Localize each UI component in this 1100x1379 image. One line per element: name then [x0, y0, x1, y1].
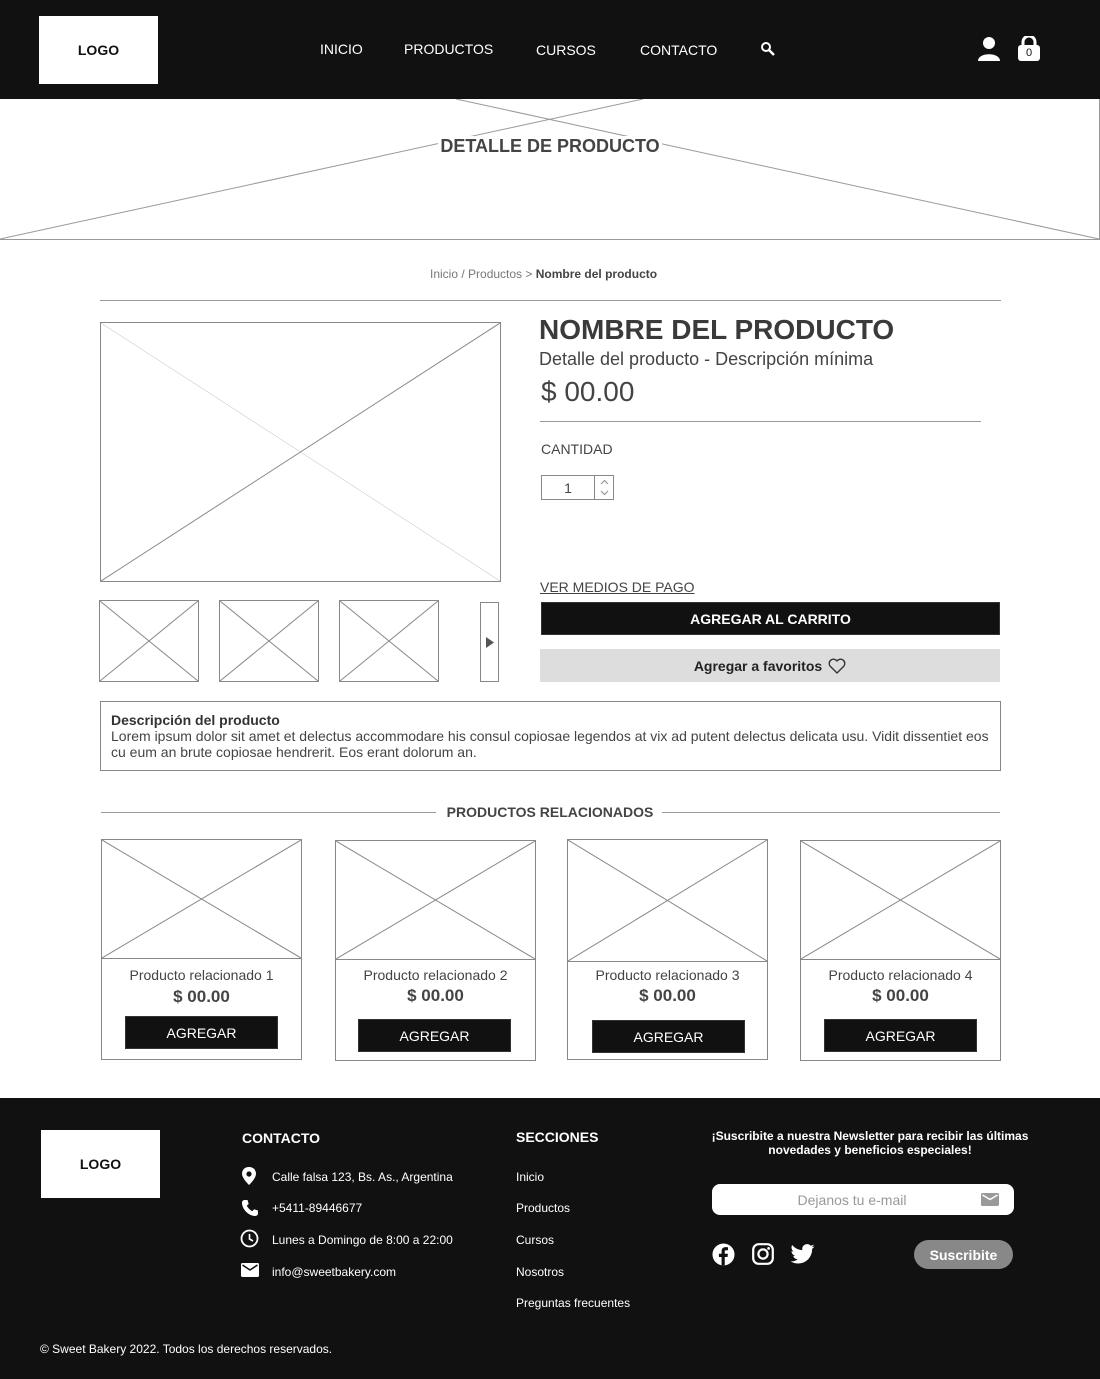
related-add-button[interactable]: AGREGAR [824, 1019, 977, 1052]
footer-link-inicio[interactable]: Inicio [516, 1170, 544, 1184]
location-pin-icon [241, 1167, 257, 1190]
related-product-image[interactable] [568, 840, 767, 962]
quantity-spinner[interactable] [596, 476, 613, 499]
related-product-card: Producto relacionado 1 $ 00.00 AGREGAR [101, 839, 302, 1060]
breadcrumb: Inicio / Productos > Nombre del producto [430, 267, 657, 281]
product-thumbnail[interactable] [219, 600, 319, 682]
related-product-name: Producto relacionado 3 [595, 967, 740, 983]
add-to-cart-button[interactable]: AGREGAR AL CARRITO [541, 602, 1000, 635]
clock-icon [240, 1229, 259, 1253]
cart-count: 0 [1025, 47, 1033, 59]
footer-link-nosotros[interactable]: Nosotros [516, 1265, 564, 1279]
site-header: LOGO INICIO PRODUCTOS CURSOS CONTACTO 0 [0, 0, 1100, 99]
product-subtitle: Detalle del producto - Descripción mínim… [539, 349, 874, 369]
divider [662, 812, 1000, 813]
related-add-button[interactable]: AGREGAR [125, 1016, 278, 1049]
footer-link-faq[interactable]: Preguntas frecuentes [516, 1296, 630, 1310]
nav-inicio[interactable]: INICIO [320, 41, 363, 57]
footer-address: Calle falsa 123, Bs. As., Argentina [272, 1170, 453, 1184]
product-thumbnail[interactable] [339, 600, 439, 682]
mail-icon [981, 1193, 999, 1211]
related-product-price: $ 00.00 [639, 986, 696, 1005]
twitter-icon[interactable] [790, 1244, 815, 1269]
breadcrumb-category[interactable]: Productos [468, 267, 522, 281]
quantity-input[interactable] [542, 476, 595, 499]
header-logo[interactable]: LOGO [39, 16, 158, 84]
product-price: $ 00.00 [541, 376, 635, 407]
subscribe-button[interactable]: Suscribite [914, 1240, 1013, 1269]
description-text: Lorem ipsum dolor sit amet et delectus a… [111, 728, 989, 760]
chevron-right-icon [486, 636, 494, 648]
heart-icon [828, 658, 846, 674]
related-product-price: $ 00.00 [173, 987, 230, 1006]
footer-hours: Lunes a Domingo de 8:00 a 22:00 [272, 1233, 453, 1247]
facebook-icon[interactable] [712, 1243, 735, 1271]
footer-contact-title: CONTACTO [242, 1130, 321, 1146]
site-footer: LOGO CONTACTO Calle falsa 123, Bs. As., … [0, 1098, 1100, 1379]
newsletter-email-input[interactable] [722, 1184, 982, 1215]
payment-methods-link[interactable]: VER MEDIOS DE PAGO [540, 579, 695, 595]
product-description: Descripción del producto Lorem ipsum dol… [100, 701, 1001, 771]
footer-email[interactable]: info@sweetbakery.com [272, 1265, 396, 1279]
nav-cursos[interactable]: CURSOS [536, 42, 596, 58]
breadcrumb-separator: / [458, 267, 469, 281]
related-product-name: Producto relacionado 1 [129, 967, 274, 983]
footer-link-cursos[interactable]: Cursos [516, 1233, 554, 1247]
footer-logo[interactable]: LOGO [41, 1130, 160, 1198]
related-product-name: Producto relacionado 2 [363, 967, 508, 983]
footer-sections-title: SECCIONES [516, 1129, 599, 1145]
breadcrumb-separator: > [522, 267, 536, 281]
mail-icon [241, 1263, 259, 1282]
description-title: Descripción del producto [111, 712, 280, 728]
nav-contacto[interactable]: CONTACTO [640, 42, 717, 58]
newsletter-email-field [712, 1184, 1014, 1215]
banner-image-placeholder [0, 99, 1100, 240]
related-product-price: $ 00.00 [407, 986, 464, 1005]
instagram-icon[interactable] [752, 1243, 774, 1270]
thumbnail-next-button[interactable] [480, 602, 499, 682]
related-product-card: Producto relacionado 4 $ 00.00 AGREGAR [800, 840, 1001, 1061]
related-product-image[interactable] [801, 841, 1000, 960]
nav-productos[interactable]: PRODUCTOS [404, 41, 493, 57]
add-to-favorites-button[interactable]: Agregar a favoritos [540, 649, 1000, 682]
divider [100, 300, 1001, 301]
related-add-button[interactable]: AGREGAR [592, 1020, 745, 1053]
add-to-favorites-label: Agregar a favoritos [693, 657, 823, 674]
footer-phone: +5411-89446677 [272, 1201, 363, 1215]
spinner-arrows-icon [600, 479, 609, 496]
banner-title: DETALLE DE PRODUCTO [438, 136, 662, 156]
quantity-stepper [541, 475, 614, 500]
product-name: NOMBRE DEL PRODUCTO [539, 314, 895, 345]
phone-icon [241, 1199, 259, 1222]
product-main-image[interactable] [100, 322, 501, 582]
breadcrumb-current: Nombre del producto [535, 267, 658, 281]
breadcrumb-home[interactable]: Inicio [430, 267, 458, 281]
footer-link-productos[interactable]: Productos [516, 1201, 570, 1215]
related-add-button[interactable]: AGREGAR [358, 1019, 511, 1052]
related-product-image[interactable] [336, 841, 535, 960]
divider [540, 421, 981, 422]
user-icon[interactable] [977, 36, 1001, 67]
related-product-name: Producto relacionado 4 [828, 967, 973, 983]
product-thumbnail[interactable] [99, 600, 199, 682]
related-product-card: Producto relacionado 3 $ 00.00 AGREGAR [567, 839, 768, 1060]
page-banner: DETALLE DE PRODUCTO [0, 99, 1100, 240]
copyright-text: © Sweet Bakery 2022. Todos los derechos … [40, 1342, 333, 1356]
related-product-price: $ 00.00 [872, 986, 929, 1005]
related-product-image[interactable] [102, 840, 301, 959]
quantity-label: CANTIDAD [541, 441, 613, 457]
search-icon[interactable] [760, 41, 776, 62]
related-product-card: Producto relacionado 2 $ 00.00 AGREGAR [335, 840, 536, 1061]
newsletter-text: ¡Suscribite a nuestra Newsletter para re… [711, 1129, 1029, 1157]
